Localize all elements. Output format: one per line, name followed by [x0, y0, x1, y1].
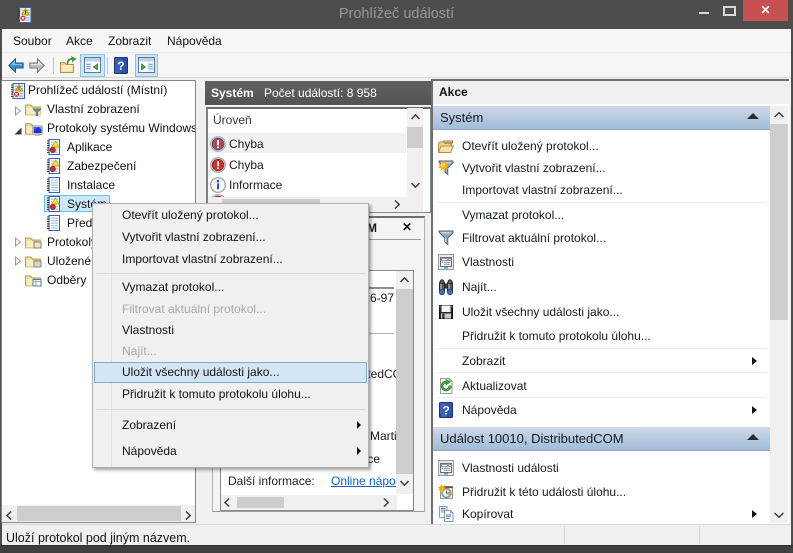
svg-text:?: ?: [117, 59, 124, 73]
